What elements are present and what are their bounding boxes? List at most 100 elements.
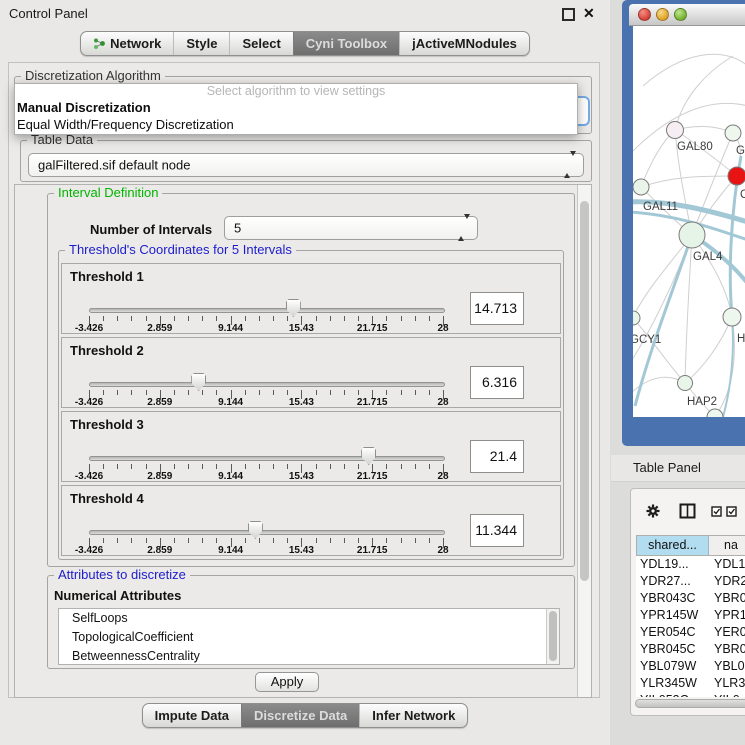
number-of-intervals-combobox[interactable]: 5 — [224, 216, 478, 240]
network-edge — [641, 176, 737, 187]
slider-thumb[interactable] — [191, 373, 206, 391]
table-row[interactable]: YBR045CYBR0 — [636, 641, 745, 658]
slider-thumb[interactable] — [286, 299, 301, 317]
threshold-value-field[interactable]: 14.713 — [470, 292, 524, 325]
node-gcy1[interactable] — [633, 311, 640, 325]
tick-mark — [415, 538, 416, 543]
tick-mark — [344, 538, 345, 543]
node-gal4[interactable] — [679, 222, 705, 248]
threshold-value-field[interactable]: 21.4 — [470, 440, 524, 473]
tick-mark — [259, 538, 260, 543]
tab-network[interactable]: Network — [81, 32, 173, 55]
slider-thumb[interactable] — [248, 521, 263, 539]
node-hap2[interactable] — [678, 376, 693, 391]
checkbox-icon[interactable] — [726, 506, 738, 518]
table-data-combobox[interactable]: galFiltered.sif default node — [28, 153, 584, 177]
tick-mark — [344, 316, 345, 321]
slider-track[interactable] — [89, 382, 445, 387]
tab-select[interactable]: Select — [229, 32, 292, 55]
columns-icon[interactable] — [679, 503, 696, 519]
table-row[interactable]: YDL19...YDL1 — [636, 556, 745, 573]
network-edge — [633, 235, 692, 318]
cell-shared-name: YDL19... — [636, 556, 708, 573]
slider-thumb[interactable] — [361, 447, 376, 465]
node-gal80[interactable] — [667, 122, 684, 139]
table-header-row: shared... na — [636, 535, 745, 556]
table-row[interactable]: YER054CYER0 — [636, 624, 745, 641]
threshold-panel-1: Threshold 1-3.4262.8599.14415.4321.71528… — [61, 263, 561, 334]
checkbox-icon[interactable] — [711, 506, 723, 518]
table-row[interactable]: YLR345WYLR3 — [636, 675, 745, 692]
table-row[interactable]: YDR27...YDR2 — [636, 573, 745, 590]
attributes-scrollbar-thumb[interactable] — [549, 611, 557, 661]
node-red-node[interactable] — [728, 167, 745, 185]
tick-mark — [273, 390, 274, 395]
tab-jactivemnodules[interactable]: jActiveMNodules — [399, 32, 529, 55]
tab-style[interactable]: Style — [173, 32, 229, 55]
gear-icon[interactable] — [645, 503, 661, 519]
node-gal11[interactable] — [633, 179, 649, 195]
dropdown-option-equal-width-frequency-discretization[interactable]: Equal Width/Frequency Discretization — [15, 116, 577, 133]
numerical-attributes-list[interactable]: SelfLoopsTopologicalCoefficientBetweenne… — [58, 608, 560, 665]
tick-mark — [188, 538, 189, 543]
tick-label: 21.715 — [357, 323, 388, 334]
tick-mark — [188, 390, 189, 395]
network-icon — [93, 37, 105, 50]
bottom-tab-impute-data[interactable]: Impute Data — [143, 704, 241, 727]
slider-track[interactable] — [89, 530, 445, 535]
attributes-group: Attributes to discretize Numerical Attri… — [47, 575, 575, 669]
attribute-item-selfloops[interactable]: SelfLoops — [59, 609, 559, 628]
dropdown-option-manual-discretization[interactable]: Manual Discretization — [15, 99, 577, 116]
tick-mark — [330, 464, 331, 469]
zoom-traffic-light-icon[interactable] — [674, 8, 687, 21]
tick-mark — [401, 464, 402, 469]
cell-name: YBR0 — [708, 590, 745, 607]
node-label-gal4: GAL4 — [693, 251, 723, 263]
table-horizontal-scrollbar-thumb[interactable] — [635, 699, 745, 708]
column-header-name[interactable]: na — [709, 536, 745, 555]
settings-scrollbar-thumb[interactable] — [580, 201, 589, 581]
close-traffic-light-icon[interactable] — [638, 8, 651, 21]
minimize-traffic-light-icon[interactable] — [656, 8, 669, 21]
tick-mark — [245, 464, 246, 469]
settings-vertical-scrollbar[interactable] — [577, 185, 591, 697]
tick-mark — [386, 390, 387, 395]
threshold-label: Threshold 3 — [70, 417, 144, 432]
node-bottom-partial[interactable] — [707, 409, 723, 417]
close-icon[interactable]: ✕ — [583, 5, 595, 22]
column-header-shared-name[interactable]: shared... — [637, 536, 709, 555]
tick-mark — [401, 538, 402, 543]
tick-mark — [245, 538, 246, 543]
attribute-item-betweennesscentrality[interactable]: BetweennessCentrality — [59, 647, 559, 665]
apply-button[interactable]: Apply — [255, 672, 319, 692]
cell-shared-name: YBR045C — [636, 641, 708, 658]
tick-mark — [117, 316, 118, 321]
table-row[interactable]: YPR145WYPR1 — [636, 607, 745, 624]
table-row[interactable]: YBR043CYBR0 — [636, 590, 745, 607]
network-canvas[interactable]: GAL80GACGAL11GAL4GCY1HHAP2 — [633, 26, 745, 417]
tick-mark — [415, 464, 416, 469]
bottom-tab-infer-network[interactable]: Infer Network — [359, 704, 467, 727]
network-window-titlebar[interactable] — [629, 4, 745, 26]
tick-mark — [358, 464, 359, 469]
tab-cyni-toolbox[interactable]: Cyni Toolbox — [293, 32, 399, 55]
table-row[interactable]: YIL053CYIL0 — [636, 692, 745, 697]
bottom-tab-discretize-data[interactable]: Discretize Data — [241, 704, 359, 727]
node-gal-partial-top[interactable] — [725, 125, 741, 141]
tick-mark — [330, 390, 331, 395]
slider-track[interactable] — [89, 308, 445, 313]
float-window-icon[interactable] — [562, 8, 575, 21]
threshold-value-field[interactable]: 11.344 — [470, 514, 524, 547]
cell-name: YIL0 — [708, 692, 740, 697]
node-label-gal80: GAL80 — [677, 141, 713, 153]
threshold-value-field[interactable]: 6.316 — [470, 366, 524, 399]
attribute-item-topologicalcoefficient[interactable]: TopologicalCoefficient — [59, 628, 559, 647]
attributes-scrollbar[interactable] — [546, 609, 559, 664]
table-row[interactable]: YBL079WYBL0 — [636, 658, 745, 675]
tick-label: 2.859 — [147, 397, 172, 408]
tick-label: 21.715 — [357, 545, 388, 556]
numerical-attributes-label: Numerical Attributes — [54, 588, 181, 603]
node-h-partial[interactable] — [723, 308, 741, 326]
slider-track[interactable] — [89, 456, 445, 461]
tick-mark — [188, 464, 189, 469]
